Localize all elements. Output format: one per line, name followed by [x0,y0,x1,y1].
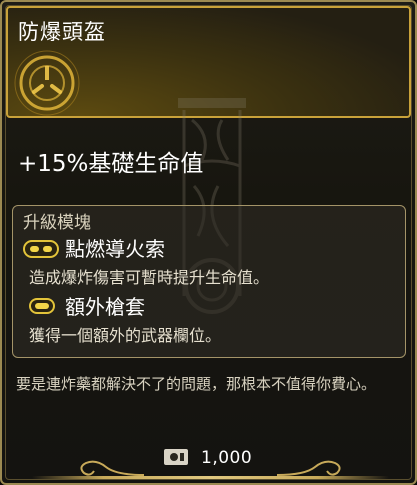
perk-name: 點燃導火索 [65,237,165,261]
flavor-text: 要是連炸藥都解決不了的問題，那根本不值得你費心。 [16,375,377,393]
price-value: 1,000 [201,448,253,468]
perk-name: 額外槍套 [65,295,145,319]
base-health-stat: +15%基礎生命值 [18,151,204,177]
item-tooltip-card: 防爆頭盔 +15%基礎生命值 升級模塊 點燃導火索 造成爆炸傷害可暫時提升生命值… [0,0,417,485]
upgrades-title: 升級模塊 [23,213,91,233]
sun-emblem-icon [14,50,80,116]
item-title: 防爆頭盔 [18,20,106,44]
cash-icon [164,449,188,465]
perk-description: 獲得一個額外的武器欄位。 [29,326,222,345]
double-slot-module-icon [23,240,59,258]
bottom-divider [32,476,389,479]
upgrade-modules-panel: 升級模塊 點燃導火索 造成爆炸傷害可暫時提升生命值。 額外槍套 獲得一個額外的武… [12,205,406,358]
perk-description: 造成爆炸傷害可暫時提升生命值。 [29,268,270,287]
price-row: 1,000 [2,439,415,479]
single-slot-module-icon [29,298,55,314]
